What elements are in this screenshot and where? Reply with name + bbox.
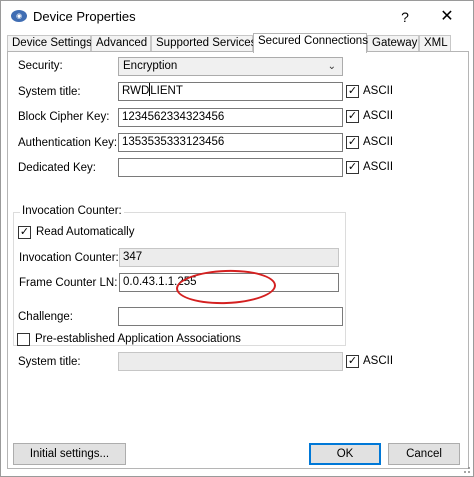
invocation-counter-label: Invocation Counter:	[19, 252, 119, 264]
authentication-ascii-label: ASCII	[363, 136, 394, 148]
tab-secured-connections[interactable]: Secured Connections	[253, 33, 368, 53]
system-title-2-input	[118, 352, 343, 371]
cancel-button[interactable]: Cancel	[388, 443, 460, 465]
security-select[interactable]: Encryption ⌄	[118, 57, 343, 76]
window-title: Device Properties	[33, 9, 136, 24]
pre-established-label: Pre-established Application Associations	[35, 333, 241, 345]
authentication-ascii-checkbox[interactable]: ✓	[346, 136, 359, 149]
tab-xml[interactable]: XML	[419, 35, 451, 52]
secured-connections-panel: Security: Encryption ⌄ System title: RWD…	[7, 51, 469, 469]
close-icon: ✕	[440, 8, 454, 25]
initial-settings-button[interactable]: Initial settings...	[13, 443, 126, 465]
security-label: Security:	[18, 60, 63, 72]
challenge-input[interactable]	[118, 307, 343, 326]
system-title-ascii-checkbox[interactable]: ✓	[346, 85, 359, 98]
authentication-key-input[interactable]: 1353535333123456	[118, 133, 343, 152]
tab-gateway[interactable]: Gateway	[367, 35, 419, 52]
frame-counter-ln-label: Frame Counter LN:	[19, 277, 118, 289]
dedicated-key-label: Dedicated Key:	[18, 162, 96, 174]
block-cipher-ascii-label: ASCII	[363, 110, 394, 122]
tab-strip: Device Settings Advanced Supported Servi…	[7, 33, 469, 53]
help-button[interactable]: ?	[395, 7, 415, 27]
close-button[interactable]: ✕	[435, 7, 459, 27]
app-logo-icon: ◉	[11, 10, 27, 22]
checkmark-icon: ✓	[347, 110, 358, 122]
system-title-value-end: LIENT	[150, 85, 183, 97]
tab-supported-services[interactable]: Supported Services	[151, 35, 256, 52]
checkmark-icon: ✓	[19, 226, 30, 238]
read-automatically-checkbox[interactable]: ✓	[18, 226, 31, 239]
tab-advanced[interactable]: Advanced	[91, 35, 151, 52]
block-cipher-key-input[interactable]: 1234562334323456	[118, 108, 343, 127]
challenge-label: Challenge:	[18, 311, 73, 323]
system-title-2-label: System title:	[18, 356, 81, 368]
security-value: Encryption	[123, 60, 178, 72]
checkmark-icon: ✓	[347, 136, 358, 148]
block-cipher-key-label: Block Cipher Key:	[18, 111, 110, 123]
system-title-value-start: RWD	[122, 85, 150, 97]
system-title-input[interactable]: RWDLIENT	[118, 82, 343, 101]
system-title-label: System title:	[18, 86, 81, 98]
pre-established-checkbox[interactable]	[17, 333, 30, 346]
tab-device-settings[interactable]: Device Settings	[7, 35, 92, 52]
checkmark-icon: ✓	[347, 161, 358, 173]
block-cipher-ascii-checkbox[interactable]: ✓	[346, 110, 359, 123]
read-automatically-label: Read Automatically	[36, 226, 135, 238]
title-bar: ◉ Device Properties ? ✕	[1, 1, 473, 33]
authentication-key-label: Authentication Key:	[18, 137, 118, 149]
checkmark-icon: ✓	[347, 85, 358, 97]
system-title-ascii-label: ASCII	[363, 85, 394, 97]
device-properties-dialog: ◉ Device Properties ? ✕ Device Settings …	[0, 0, 474, 477]
system-title-2-ascii-label: ASCII	[363, 355, 394, 367]
checkmark-icon: ✓	[347, 355, 358, 367]
system-title-2-ascii-checkbox[interactable]: ✓	[346, 355, 359, 368]
chevron-down-icon: ⌄	[327, 61, 336, 72]
invocation-counter-value: 347	[119, 248, 339, 267]
dedicated-ascii-checkbox[interactable]: ✓	[346, 161, 359, 174]
invocation-counter-group-title: Invocation Counter:	[20, 205, 124, 217]
dedicated-key-input[interactable]	[118, 158, 343, 177]
resize-grip-icon[interactable]	[461, 464, 471, 474]
ok-button[interactable]: OK	[309, 443, 381, 465]
dedicated-ascii-label: ASCII	[363, 161, 394, 173]
